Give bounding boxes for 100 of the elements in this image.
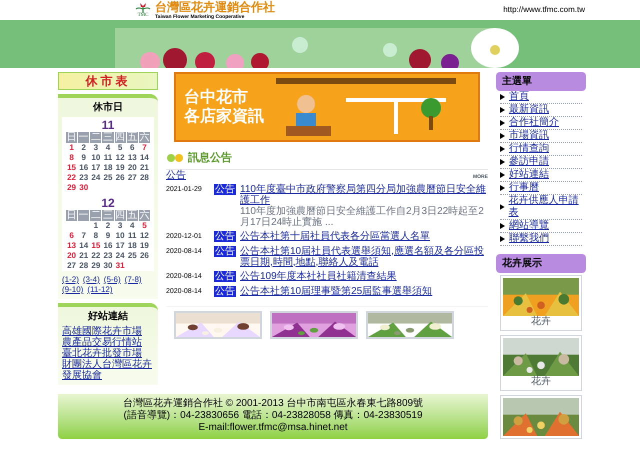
menu-link[interactable]: 參訪申請 — [509, 156, 549, 168]
calendar-day: 14 — [138, 153, 150, 163]
site-link[interactable]: 高雄國際花卉市場 — [62, 326, 154, 337]
calendar-day: 28 — [138, 173, 150, 183]
menu-header: 主選單 — [496, 72, 586, 91]
menu-link[interactable]: 花卉供應人申請表 — [508, 195, 582, 219]
calendar-day: 10 — [114, 231, 126, 241]
calendar-day: 26 — [114, 173, 126, 183]
menu-link[interactable]: 好站連結 — [509, 169, 549, 181]
calendar-day: 28 — [78, 261, 90, 271]
calendar-day: 27 — [66, 261, 78, 271]
menu-link[interactable]: 網站導覽 — [509, 220, 549, 232]
site-url: http://www.tfmc.com.tw — [503, 4, 585, 16]
category-link[interactable]: 公告 — [166, 170, 186, 182]
calendar-day: 21 — [78, 251, 90, 261]
calendar-day: 30 — [78, 183, 90, 193]
calendar-day: 18 — [102, 163, 114, 173]
calendar-day: 9 — [78, 153, 90, 163]
closure-banner: 休市表 — [58, 72, 158, 90]
flower-icon — [166, 152, 184, 164]
menu-link[interactable]: 合作社簡介 — [509, 117, 559, 129]
calendar-day: 25 — [126, 251, 138, 261]
triangle-bullet-icon — [500, 146, 505, 152]
menu-link[interactable]: 市場資訊 — [509, 130, 549, 142]
menu-link[interactable]: 首頁 — [509, 91, 529, 103]
gallery-caption: 花卉 — [531, 316, 551, 328]
news-link[interactable]: 公告本社第10屆理事暨第25屆監事選舉須知 — [240, 286, 432, 296]
footer-text: (語音導覽)：04-23830656 電話：04-23828058 傳真：04-23830519 — [123, 410, 423, 422]
triangle-bullet-icon — [500, 107, 505, 113]
calendar-day: 8 — [90, 231, 102, 241]
calendar-day: 7 — [138, 143, 150, 153]
calendar-day: 22 — [66, 173, 78, 183]
weekday-label: 六 — [138, 132, 150, 143]
weekday-label: 四 — [114, 210, 126, 221]
calendar-day: 16 — [102, 241, 114, 251]
footer-text: 台灣區花卉運銷合作社 © 2001-2013 台中市南屯區永春東七路809號 — [122, 398, 424, 410]
calendar-day: 23 — [78, 173, 90, 183]
news-link[interactable]: 110年度臺中市政府警察局第四分局加強農曆節日安全維護工作 — [240, 184, 488, 206]
card-title: 好站連結 — [86, 310, 129, 324]
weekday-label: 二 — [90, 132, 102, 143]
calendar-day: 19 — [114, 163, 126, 173]
calendar-day: 25 — [102, 173, 114, 183]
calendar-day: 2 — [78, 143, 90, 153]
month-label: 11 — [100, 119, 116, 132]
calendar-day: 4 — [102, 143, 114, 153]
calendar-day: 29 — [66, 183, 78, 193]
triangle-bullet-icon — [500, 236, 505, 242]
calendar-day: 22 — [90, 251, 102, 261]
calendar-day: 21 — [138, 163, 150, 173]
news-link[interactable]: 公告本社第十屆社員代表各分區當選人名單 — [240, 230, 430, 242]
month-range-link[interactable]: (9-10) — [62, 285, 84, 295]
calendar-day: 9 — [102, 231, 114, 241]
calendar-day: 15 — [66, 163, 78, 173]
weekday-label: 三 — [102, 210, 114, 221]
weekday-label: 一 — [78, 210, 90, 221]
calendar-day: 8 — [66, 153, 78, 163]
site-link[interactable]: 財團法人台灣區花卉發展協會 — [62, 359, 154, 381]
calendar-day: 13 — [126, 153, 138, 163]
calendar-day: 5 — [138, 221, 150, 231]
gallery-caption: 花卉 — [531, 376, 551, 388]
calendar-day: 10 — [90, 153, 102, 163]
gallery-header: 花卉展示 — [496, 254, 586, 273]
calendar-day: 26 — [138, 251, 150, 261]
category-tag: 公告 — [214, 184, 236, 194]
calendar-day: 17 — [90, 163, 102, 173]
month-range-link[interactable]: (5-6) — [104, 275, 121, 285]
menu-link[interactable]: 聯繫我們 — [509, 233, 549, 245]
calendar-day: 6 — [126, 143, 138, 153]
triangle-bullet-icon — [500, 204, 505, 210]
calendar-day: 20 — [66, 251, 78, 261]
calendar-day: 12 — [138, 231, 150, 241]
calendar-day: 15 — [90, 241, 102, 251]
weekday-label: 五 — [126, 132, 138, 143]
footer-text: E-mail:flower.tfmc@msa.hinet.net — [198, 422, 348, 434]
calendar-day: 29 — [90, 261, 102, 271]
triangle-bullet-icon — [500, 223, 505, 229]
weekday-label: 六 — [138, 210, 150, 221]
month-range-link[interactable]: (11-12) — [87, 285, 113, 295]
flower-logo-icon — [135, 2, 151, 13]
month-range-link[interactable]: (3-4) — [82, 275, 100, 285]
calendar-day: 24 — [90, 173, 102, 183]
news-link[interactable]: 公告本社第10屆社員代表選舉須知,應選名額及各分區投票日期,時間,地點,聯絡人及電話 — [240, 246, 488, 268]
triangle-bullet-icon — [500, 133, 505, 139]
menu-link[interactable]: 最新資訊 — [509, 104, 549, 116]
calendar-day: 6 — [66, 231, 78, 241]
calendar-day: 11 — [102, 153, 114, 163]
month-range-link[interactable]: (7-8) — [124, 275, 142, 285]
calendar-day: 3 — [90, 143, 102, 153]
menu-link[interactable]: 行事曆 — [509, 182, 539, 194]
site-link[interactable]: 農產品交易行情站 — [62, 337, 154, 348]
news-link[interactable]: 公告109年度本社社員社籍清查結果 — [240, 270, 397, 282]
card-title: 休市日 — [92, 100, 124, 115]
calendar-day: 30 — [102, 261, 114, 271]
triangle-bullet-icon — [500, 172, 505, 178]
menu-link[interactable]: 行情查詢 — [509, 143, 549, 155]
site-link[interactable]: 臺北花卉批發市場 — [62, 348, 154, 359]
calendar-day: 20 — [126, 163, 138, 173]
month-range-link[interactable]: (1-2) — [62, 275, 79, 285]
calendar-day: 12 — [114, 153, 126, 163]
calendar-day: 27 — [126, 173, 138, 183]
